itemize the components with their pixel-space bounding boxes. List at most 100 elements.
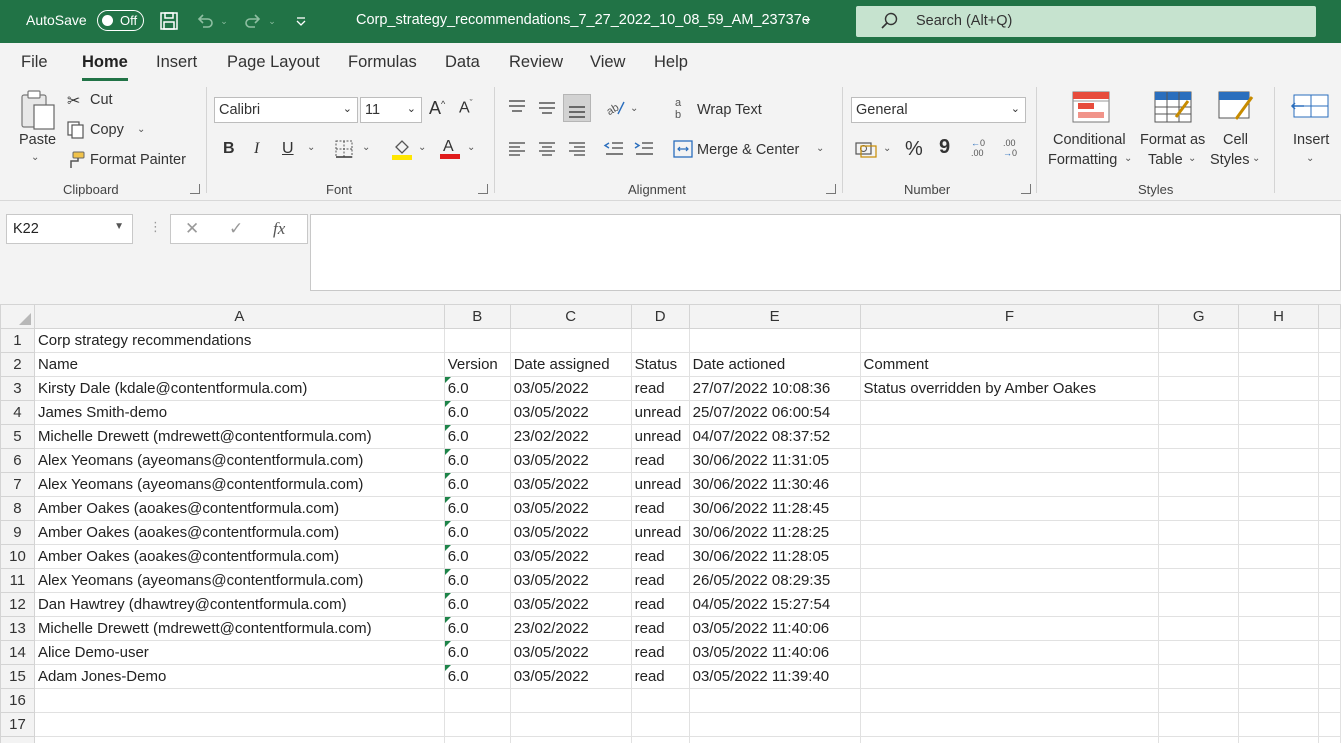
row-header[interactable]: 2 bbox=[0, 352, 35, 377]
increase-decimal-icon[interactable]: ←0.00 bbox=[971, 138, 985, 158]
save-icon[interactable] bbox=[158, 10, 180, 32]
cell[interactable]: read bbox=[630, 640, 690, 665]
cell[interactable] bbox=[443, 736, 511, 743]
accounting-chevron-down-icon[interactable]: ⌄ bbox=[883, 143, 891, 154]
decrease-font-size-icon[interactable]: Aˇ bbox=[459, 98, 473, 117]
cell[interactable] bbox=[1238, 424, 1319, 449]
formula-input[interactable] bbox=[310, 214, 1341, 291]
cell[interactable]: 25/07/2022 06:00:54 bbox=[688, 400, 861, 425]
cell[interactable] bbox=[33, 736, 445, 743]
cell[interactable] bbox=[1238, 520, 1319, 545]
cell[interactable]: read bbox=[630, 592, 690, 617]
cell[interactable]: 6.0 bbox=[443, 640, 511, 665]
row-header[interactable]: 12 bbox=[0, 592, 35, 617]
underline-chevron-down-icon[interactable]: ⌄ bbox=[307, 142, 315, 153]
cell[interactable]: Dan Hawtrey (dhawtrey@contentformula.com… bbox=[33, 592, 445, 617]
row-header[interactable]: 8 bbox=[0, 496, 35, 521]
font-color-icon[interactable]: A bbox=[439, 136, 461, 164]
cell[interactable] bbox=[688, 328, 861, 353]
row-header[interactable]: 13 bbox=[0, 616, 35, 641]
font-name-select[interactable]: Calibri ⌄ bbox=[214, 97, 358, 123]
cell[interactable] bbox=[1317, 712, 1341, 737]
conditional-formatting-button[interactable]: Conditional bbox=[1053, 132, 1126, 148]
cell[interactable] bbox=[859, 496, 1160, 521]
cell[interactable]: Michelle Drewett (mdrewett@contentformul… bbox=[33, 616, 445, 641]
cell[interactable] bbox=[1317, 736, 1341, 743]
cell[interactable]: read bbox=[630, 544, 690, 569]
cell[interactable] bbox=[1158, 544, 1240, 569]
cell[interactable]: read bbox=[630, 616, 690, 641]
increase-font-size-icon[interactable]: A^ bbox=[429, 98, 445, 119]
font-color-chevron-down-icon[interactable]: ⌄ bbox=[467, 142, 475, 153]
row-header[interactable]: 10 bbox=[0, 544, 35, 569]
merge-chevron-down-icon[interactable]: ⌄ bbox=[816, 143, 824, 154]
file-title[interactable]: Corp_strategy_recommendations_7_27_2022_… bbox=[356, 12, 810, 28]
cell[interactable]: Status bbox=[630, 352, 690, 377]
cell[interactable] bbox=[688, 688, 861, 713]
cell[interactable] bbox=[1317, 376, 1341, 401]
enter-icon[interactable]: ✓ bbox=[229, 219, 243, 239]
underline-button[interactable]: U bbox=[282, 140, 294, 158]
cell[interactable] bbox=[1317, 424, 1341, 449]
conditional-formatting-chevron-down-icon[interactable]: ⌄ bbox=[1124, 153, 1132, 164]
cell[interactable] bbox=[1158, 688, 1240, 713]
cell[interactable]: Amber Oakes (aoakes@contentformula.com) bbox=[33, 496, 445, 521]
cell[interactable] bbox=[859, 520, 1160, 545]
autosave-toggle[interactable]: Off bbox=[97, 10, 144, 31]
insert-cells-button[interactable]: Insert bbox=[1293, 132, 1329, 148]
cell[interactable] bbox=[688, 736, 861, 743]
cell[interactable]: 23/02/2022 bbox=[509, 616, 632, 641]
cell[interactable]: 6.0 bbox=[443, 400, 511, 425]
fill-color-chevron-down-icon[interactable]: ⌄ bbox=[418, 142, 426, 153]
column-header-g[interactable]: G bbox=[1158, 304, 1240, 329]
cell[interactable]: Date actioned bbox=[688, 352, 861, 377]
cell[interactable] bbox=[443, 328, 511, 353]
cell[interactable]: Alice Demo-user bbox=[33, 640, 445, 665]
accounting-format-icon[interactable] bbox=[855, 140, 877, 162]
cell[interactable]: 03/05/2022 11:39:40 bbox=[688, 664, 861, 689]
column-header-b[interactable]: B bbox=[443, 304, 511, 329]
cell[interactable]: read bbox=[630, 664, 690, 689]
cell[interactable] bbox=[1158, 616, 1240, 641]
cell[interactable] bbox=[443, 712, 511, 737]
cell[interactable]: 03/05/2022 bbox=[509, 496, 632, 521]
cell[interactable] bbox=[1158, 376, 1240, 401]
redo-dropdown-icon[interactable]: ⌄ bbox=[266, 10, 278, 32]
cell[interactable]: 30/06/2022 11:28:25 bbox=[688, 520, 861, 545]
cell[interactable]: 27/07/2022 10:08:36 bbox=[688, 376, 861, 401]
cell[interactable] bbox=[1317, 448, 1341, 473]
cell[interactable]: 03/05/2022 bbox=[509, 640, 632, 665]
cell[interactable] bbox=[1238, 544, 1319, 569]
align-left-icon[interactable] bbox=[506, 139, 528, 163]
tab-data[interactable]: Data bbox=[445, 53, 480, 72]
cell[interactable]: Amber Oakes (aoakes@contentformula.com) bbox=[33, 520, 445, 545]
name-box[interactable]: K22 ▼ bbox=[6, 214, 133, 244]
cell[interactable]: read bbox=[630, 376, 690, 401]
cell[interactable]: 03/05/2022 11:40:06 bbox=[688, 640, 861, 665]
cell[interactable] bbox=[630, 712, 690, 737]
tab-formulas[interactable]: Formulas bbox=[348, 53, 417, 72]
customize-qat-icon[interactable] bbox=[290, 10, 312, 32]
cell[interactable]: 03/05/2022 bbox=[509, 376, 632, 401]
row-header[interactable]: 3 bbox=[0, 376, 35, 401]
cell[interactable]: 6.0 bbox=[443, 496, 511, 521]
cell[interactable]: James Smith-demo bbox=[33, 400, 445, 425]
cell[interactable]: Alex Yeomans (ayeomans@contentformula.co… bbox=[33, 472, 445, 497]
percent-style-button[interactable]: % bbox=[905, 138, 923, 161]
cell[interactable] bbox=[509, 328, 632, 353]
cell[interactable] bbox=[1238, 352, 1319, 377]
merge-center-button[interactable]: Merge & Center bbox=[697, 142, 799, 158]
column-header-e[interactable]: E bbox=[688, 304, 861, 329]
cell[interactable] bbox=[1158, 568, 1240, 593]
align-bottom-icon[interactable] bbox=[563, 94, 591, 122]
cell[interactable]: 23/02/2022 bbox=[509, 424, 632, 449]
cell[interactable] bbox=[1158, 736, 1240, 743]
cell[interactable]: Alex Yeomans (ayeomans@contentformula.co… bbox=[33, 568, 445, 593]
row-header[interactable]: 6 bbox=[0, 448, 35, 473]
row-header[interactable]: 4 bbox=[0, 400, 35, 425]
cell[interactable]: unread bbox=[630, 424, 690, 449]
cell[interactable] bbox=[1238, 496, 1319, 521]
redo-icon[interactable] bbox=[242, 10, 264, 32]
cell[interactable] bbox=[1158, 472, 1240, 497]
cell[interactable] bbox=[509, 688, 632, 713]
